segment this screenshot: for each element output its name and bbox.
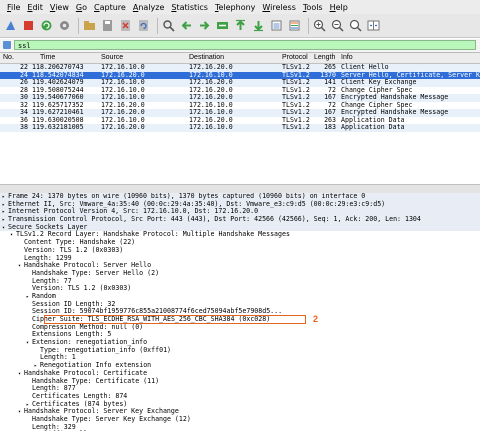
find-packet-icon[interactable] — [161, 18, 176, 33]
column-length[interactable]: Length — [314, 54, 335, 61]
close-file-icon[interactable] — [118, 18, 133, 33]
packet-cell-no: 38 — [20, 123, 28, 131]
restart-capture-icon[interactable] — [39, 18, 54, 33]
colorize-icon[interactable] — [287, 18, 302, 33]
detail-tree-item[interactable]: Version: TLS 1.2 (0x0303) — [0, 284, 480, 293]
reload-icon[interactable] — [136, 18, 151, 33]
menu-wireless[interactable]: Wireless — [262, 3, 295, 12]
go-back-icon[interactable] — [179, 18, 194, 33]
autoscroll-icon[interactable] — [269, 18, 284, 33]
zoom-in-icon[interactable] — [312, 18, 327, 33]
zoom-out-icon[interactable] — [330, 18, 345, 33]
menu-capture[interactable]: Capture — [94, 3, 126, 12]
packet-cell-info: Application Data — [341, 123, 405, 131]
menu-view[interactable]: View — [50, 3, 69, 12]
annotation-number: 2 — [313, 314, 319, 324]
packet-cell-length: 183 — [324, 123, 336, 131]
menu-go[interactable]: Go — [76, 3, 87, 12]
go-last-icon[interactable] — [251, 18, 266, 33]
capture-options-icon[interactable] — [57, 18, 72, 33]
menu-edit[interactable]: Edit — [27, 3, 43, 12]
column-destination[interactable]: Destination — [189, 54, 224, 61]
packet-cell-time: 119.632181005 — [32, 123, 84, 131]
toolbar-separator — [308, 17, 309, 34]
column-no[interactable]: No. — [3, 54, 14, 61]
stop-capture-icon[interactable] — [21, 18, 36, 33]
open-file-icon[interactable] — [82, 18, 97, 33]
menu-tools[interactable]: Tools — [303, 3, 323, 12]
filter-bookmark-icon[interactable] — [3, 41, 11, 49]
packet-details: ▸ Frame 24: 1370 bytes on wire (10960 bit… — [0, 193, 480, 431]
detail-tree-item[interactable]: Version: TLS 1.2 (0x0303) — [0, 246, 480, 255]
display-filter-bar: ssl — [0, 39, 480, 53]
toolbar-separator — [157, 17, 158, 34]
column-protocol[interactable]: Protocol — [282, 54, 308, 61]
packet-row[interactable]: 38 119.632181005 172.16.20.0 172.16.10.0 TLS… — [0, 123, 480, 132]
zoom-normal-icon[interactable] — [348, 18, 363, 33]
menu-telephony[interactable]: Telephony — [215, 3, 255, 12]
go-forward-icon[interactable] — [197, 18, 212, 33]
column-info[interactable]: Info — [341, 54, 353, 61]
packet-cell-protocol: TLSv1.2 — [282, 123, 310, 131]
packet-cell-source: 172.16.20.0 — [101, 123, 145, 131]
packet-list: No. Time Source Destination Protocol Len… — [0, 53, 480, 183]
menu-statistics[interactable]: Statistics — [171, 3, 208, 12]
column-source[interactable]: Source — [101, 54, 123, 61]
menu-help[interactable]: Help — [330, 3, 348, 12]
detail-tree-item[interactable]: Handshake Type: Server Hello (2) — [0, 269, 480, 278]
packet-cell-destination: 172.16.10.0 — [189, 123, 233, 131]
menu-file[interactable]: File — [7, 3, 20, 12]
toolbar-separator — [78, 17, 79, 34]
go-to-packet-icon[interactable] — [215, 18, 230, 33]
main-toolbar — [0, 14, 480, 38]
cipher-suite-highlight-box — [44, 315, 306, 324]
column-time[interactable]: Time — [40, 54, 55, 61]
display-filter-input[interactable]: ssl — [14, 40, 476, 50]
save-file-icon[interactable] — [100, 18, 115, 33]
go-first-icon[interactable] — [233, 18, 248, 33]
menu-bar: File Edit View Go Capture Analyze Statis… — [0, 0, 480, 14]
menu-analyze[interactable]: Analyze — [133, 3, 165, 12]
shark-fin-start-icon[interactable] — [3, 18, 18, 33]
resize-columns-icon[interactable] — [366, 18, 381, 33]
